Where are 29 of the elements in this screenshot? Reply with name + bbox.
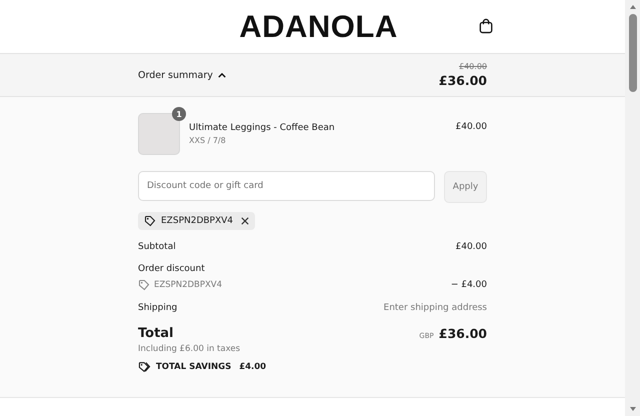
scrollbar[interactable]: [625, 0, 640, 416]
subtotal-value: £40.00: [456, 242, 487, 252]
product-variant: XXS / 7/8: [189, 136, 227, 145]
discount-code: EZSPN2DBPXV4: [154, 280, 222, 290]
order-summary-toggle[interactable]: Order summary: [138, 70, 226, 80]
brand-logo[interactable]: ADANOLA: [239, 8, 398, 44]
discount-code: EZSPN2DBPXV4: [161, 216, 234, 226]
total-label: Total: [138, 326, 174, 341]
discount-value: − £4.00: [450, 280, 487, 290]
taxes-note: Including £6.00 in taxes: [138, 344, 242, 354]
subtotal-label: Subtotal: [138, 242, 176, 252]
shopping-bag-icon[interactable]: [479, 18, 493, 34]
discount-code-field[interactable]: Discount code or gift card: [138, 171, 435, 201]
total-value: £36.00: [438, 326, 487, 341]
discount-label: Order discount: [138, 264, 205, 274]
quantity-badge: 1: [172, 107, 186, 121]
original-price: £40.00: [458, 62, 487, 71]
product-price: £40.00: [456, 122, 487, 132]
shipping-value: Enter shipping address: [384, 303, 487, 313]
apply-button[interactable]: Apply: [444, 171, 487, 203]
total-price: £36.00: [438, 73, 487, 88]
savings-value: £4.00: [239, 362, 266, 372]
tags-icon: [138, 361, 151, 373]
tag-icon: [144, 215, 156, 227]
shipping-label: Shipping: [138, 303, 178, 313]
product-name: Ultimate Leggings - Coffee Bean: [189, 123, 336, 133]
remove-icon[interactable]: [241, 217, 250, 225]
savings-label: TOTAL SAVINGS: [156, 362, 232, 372]
tag-icon: [138, 279, 150, 291]
